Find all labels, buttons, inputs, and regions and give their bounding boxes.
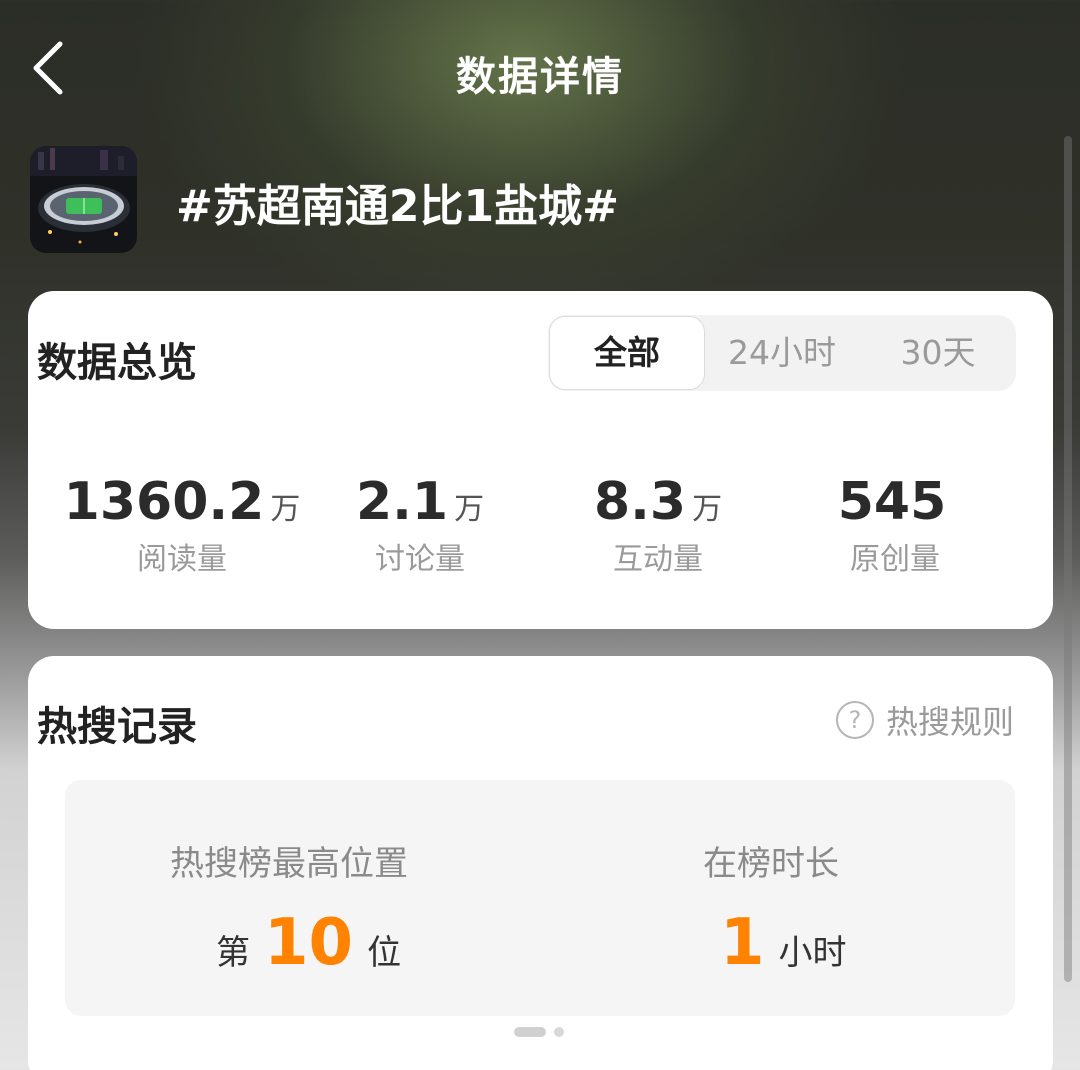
question-circle-icon: ? xyxy=(836,701,874,739)
duration-suffix: 小时 xyxy=(778,933,847,973)
duration-label: 在榜时长 xyxy=(703,844,839,884)
hot-search-record-box xyxy=(65,780,1015,1016)
stat-value: 1360.2 xyxy=(63,472,265,532)
hot-search-rules-link[interactable]: ? 热搜规则 xyxy=(836,698,1014,742)
stat-reads: 1360.2 万 阅读量 xyxy=(62,472,302,578)
stat-unit: 万 xyxy=(692,492,723,527)
stat-value: 545 xyxy=(837,472,947,532)
page-indicator-dot xyxy=(554,1027,564,1037)
peak-rank-suffix: 位 xyxy=(367,933,402,973)
overview-title: 数据总览 xyxy=(37,340,197,386)
peak-rank-number: 10 xyxy=(264,906,354,980)
time-range-tabs: 全部 24小时 30天 xyxy=(548,315,1016,391)
stat-value: 8.3 xyxy=(593,472,687,532)
page-title: 数据详情 xyxy=(456,54,624,100)
topic-thumbnail xyxy=(30,146,137,253)
duration-number: 1 xyxy=(720,906,765,980)
stat-unit: 万 xyxy=(454,492,485,527)
tab-all[interactable]: 全部 xyxy=(549,316,705,390)
stat-unit: 万 xyxy=(270,492,301,527)
duration-value: 1 小时 xyxy=(706,906,847,980)
tab-30d[interactable]: 30天 xyxy=(860,315,1016,391)
page-indicator xyxy=(514,1027,564,1037)
stat-label: 讨论量 xyxy=(375,542,465,577)
peak-rank-prefix: 第 xyxy=(216,933,250,973)
peak-rank-value: 第 10 位 xyxy=(216,906,401,980)
tab-24h[interactable]: 24小时 xyxy=(704,315,860,391)
scrollbar[interactable] xyxy=(1064,136,1072,982)
topic-name[interactable]: #苏超南通2比1盐城# xyxy=(176,170,619,234)
stat-value: 2.1 xyxy=(355,472,449,532)
stat-label: 原创量 xyxy=(850,542,940,577)
hot-search-title: 热搜记录 xyxy=(37,704,197,750)
rules-label: 热搜规则 xyxy=(886,703,1015,741)
stat-discussions: 2.1 万 讨论量 xyxy=(300,472,540,578)
stat-originals: 545 原创量 xyxy=(775,472,1015,578)
stat-label: 互动量 xyxy=(613,542,703,577)
stat-label: 阅读量 xyxy=(137,542,227,577)
stat-interactions: 8.3 万 互动量 xyxy=(538,472,778,578)
peak-rank-label: 热搜榜最高位置 xyxy=(170,844,408,884)
page-indicator-active xyxy=(514,1027,546,1037)
